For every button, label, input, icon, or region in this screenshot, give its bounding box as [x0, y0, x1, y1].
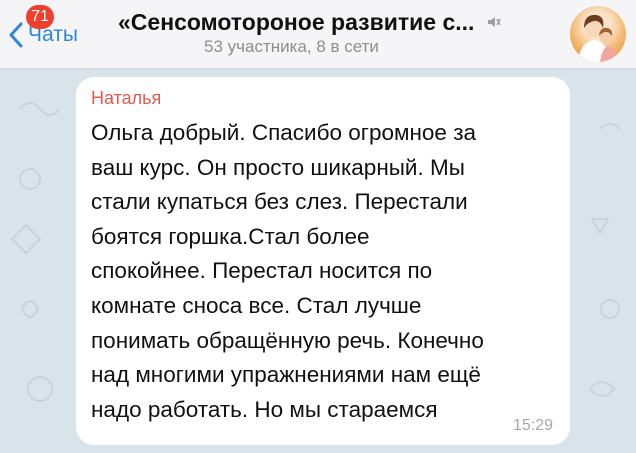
unread-badge: 71	[26, 5, 54, 29]
message-text: Ольга добрый. Спасибо огромное за ваш ку…	[91, 120, 484, 422]
message-bubble[interactable]: Наталья Ольга добрый. Спасибо огромное з…	[76, 77, 570, 445]
chat-header: Чаты 71 «Сенсомотороное развитие с... 53…	[0, 0, 636, 69]
avatar-image	[578, 14, 618, 62]
group-avatar[interactable]	[570, 6, 626, 62]
chat-subtitle: 53 участника, 8 в сети	[204, 37, 379, 56]
chat-background[interactable]: Наталья Ольга добрый. Спасибо огромное з…	[0, 69, 636, 453]
chat-title-group[interactable]: «Сенсомотороное развитие с...	[118, 6, 538, 38]
message-timestamp: 15:29	[512, 417, 553, 434]
muted-speaker-icon	[487, 17, 501, 27]
chevron-left-icon	[9, 22, 23, 48]
chat-title: «Сенсомотороное развитие с...	[118, 9, 475, 35]
message-sender-name[interactable]: Наталья	[91, 88, 161, 109]
